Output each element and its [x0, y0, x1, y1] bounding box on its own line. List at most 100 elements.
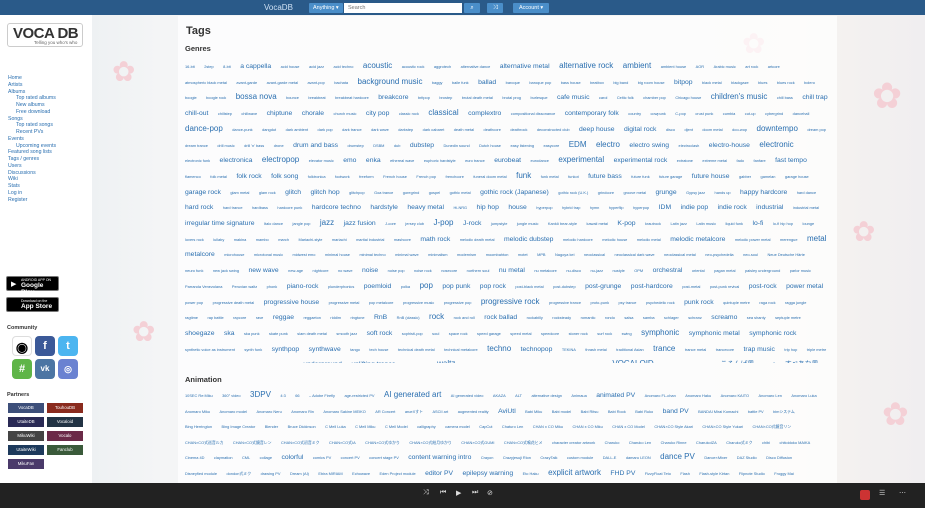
tag-link[interactable]: future house: [692, 173, 730, 180]
tag-link[interactable]: freeform: [359, 174, 374, 179]
tag-link[interactable]: Charuko Len: [629, 440, 651, 445]
tag-link[interactable]: baroque: [506, 80, 520, 85]
tag-link[interactable]: Bing Herrington: [185, 424, 212, 429]
tag-link[interactable]: funkot: [568, 174, 579, 179]
tag-link[interactable]: concert PV: [341, 455, 360, 460]
tag-link[interactable]: ethereal wave: [390, 158, 414, 163]
tag-link[interactable]: Flash-style Kirtan: [699, 471, 729, 476]
tag-link[interactable]: downtempo: [757, 124, 798, 133]
tag-link[interactable]: Western opera: [517, 362, 542, 363]
tag-link[interactable]: gospel: [429, 190, 440, 195]
tag-link[interactable]: dance-pop: [185, 124, 223, 133]
tag-link[interactable]: new-age: [288, 268, 303, 273]
tag-link[interactable]: boogie rock: [206, 95, 226, 100]
tag-link[interactable]: soft rock: [367, 330, 393, 337]
tag-link[interactable]: electroclash: [679, 143, 700, 148]
tag-link[interactable]: eurobeat: [494, 157, 521, 164]
tag-link[interactable]: surf rock: [597, 331, 612, 336]
tag-link[interactable]: trance: [653, 344, 675, 353]
tag-link[interactable]: deconstructed club: [537, 127, 570, 132]
search-input[interactable]: [344, 3, 462, 13]
tag-link[interactable]: poemloid: [364, 283, 392, 290]
tag-link[interactable]: funk metal: [541, 174, 559, 179]
tag-link[interactable]: noise: [362, 267, 378, 274]
tag-link[interactable]: gabber: [739, 174, 751, 179]
tag-link[interactable]: content warning intro: [408, 454, 471, 461]
tag-link[interactable]: hard trance: [223, 205, 243, 210]
tag-link[interactable]: classical: [428, 108, 458, 117]
tag-link[interactable]: math rock: [420, 236, 450, 243]
tag-link[interactable]: age-restricted PV: [344, 393, 374, 398]
tag-link[interactable]: noise pop: [388, 268, 405, 273]
tag-link[interactable]: digital rock: [624, 126, 657, 133]
tag-link[interactable]: CHAN×CO式巡音ルカ: [185, 440, 223, 445]
tag-link[interactable]: Babi Miku: [525, 409, 542, 414]
tag-link[interactable]: reggaeton: [303, 315, 321, 320]
tag-link[interactable]: calligraphy: [417, 424, 436, 429]
tag-link[interactable]: character creator artwork: [552, 440, 595, 445]
tag-link[interactable]: plunderphonics: [328, 284, 354, 289]
tag-link[interactable]: electro-house: [709, 142, 750, 149]
tag-link[interactable]: classic rock: [399, 111, 419, 116]
tag-link[interactable]: makina: [234, 237, 247, 242]
tag-link[interactable]: bimシステム: [773, 409, 795, 414]
tag-link[interactable]: Charuko式ミク: [726, 440, 752, 445]
sidebar-item[interactable]: Top rated albums: [8, 95, 90, 102]
tag-link[interactable]: drum and bass: [293, 142, 338, 149]
tag-link[interactable]: melodic death metal: [460, 237, 495, 242]
tag-link[interactable]: boogie: [185, 95, 197, 100]
sidebar-item[interactable]: Recent PVs: [8, 129, 90, 136]
tag-link[interactable]: smooth jazz: [336, 331, 357, 336]
tag-link[interactable]: Anomaro Luka: [791, 393, 816, 398]
tag-link[interactable]: bachata: [334, 80, 348, 85]
tag-link[interactable]: CHAN×CO式ゆかり: [365, 440, 400, 445]
tag-link[interactable]: speed metal: [510, 331, 531, 336]
tag-link[interactable]: speedcore: [541, 331, 559, 336]
tag-link[interactable]: death metal: [454, 127, 474, 132]
tag-link[interactable]: ringtone: [350, 315, 364, 320]
tag-link[interactable]: alternative rock: [559, 61, 613, 70]
tag-link[interactable]: FizzyFloat Teto: [645, 471, 671, 476]
tag-link[interactable]: extreme metal: [702, 158, 727, 163]
tag-link[interactable]: funk: [516, 171, 531, 180]
tag-link[interactable]: 10SEC Re:Miku: [185, 393, 213, 398]
tag-link[interactable]: drill 'n' bass: [244, 143, 264, 148]
sidebar-item[interactable]: Artists: [8, 82, 90, 89]
tag-link[interactable]: chillstep: [218, 111, 232, 116]
tag-link[interactable]: post-black metal: [515, 284, 543, 289]
tag-link[interactable]: Dutch house: [479, 143, 501, 148]
tag-link[interactable]: blues rock: [777, 80, 795, 85]
tag-link[interactable]: Western: [493, 362, 507, 363]
tag-link[interactable]: band PV: [663, 408, 689, 415]
facebook-icon[interactable]: f: [35, 336, 55, 356]
vk-icon[interactable]: vk: [35, 359, 55, 379]
tag-link[interactable]: RnB (classic): [397, 315, 420, 320]
tag-link[interactable]: Crazyjesuji Rion: [503, 455, 531, 460]
tag-link[interactable]: acoustic rock: [402, 64, 425, 69]
tag-link[interactable]: Anomaro Len: [759, 393, 782, 398]
tag-link[interactable]: samba: [643, 315, 655, 320]
tag-link[interactable]: Goa trance: [374, 190, 393, 195]
tag-link[interactable]: melodic metal: [637, 237, 661, 242]
list-icon[interactable]: ☰: [879, 489, 885, 497]
tag-link[interactable]: OPM: [634, 268, 643, 273]
tag-link[interactable]: MPB: [537, 252, 545, 257]
tag-link[interactable]: electro: [596, 140, 620, 149]
tag-link[interactable]: march: [278, 237, 289, 242]
tag-link[interactable]: slam death metal: [297, 331, 327, 336]
tag-link[interactable]: alternative dance: [461, 64, 491, 69]
tag-link[interactable]: RnB: [374, 314, 387, 321]
tag-link[interactable]: editor PV: [425, 470, 453, 477]
sidebar-item[interactable]: Home: [8, 75, 90, 82]
tag-link[interactable]: proto-punk: [590, 300, 609, 305]
tag-link[interactable]: hard rock: [185, 204, 213, 211]
tag-link[interactable]: hip hop: [477, 204, 499, 211]
tag-link[interactable]: brutal death metal: [462, 95, 493, 100]
partner-banner[interactable]: TouhouDB: [47, 403, 83, 413]
tag-link[interactable]: 360° video: [222, 393, 240, 398]
tag-link[interactable]: midwest emo: [293, 252, 316, 257]
tag-link[interactable]: K-pop: [617, 220, 635, 227]
partner-banner[interactable]: Fanclub: [47, 445, 83, 455]
tag-link[interactable]: art rock: [745, 64, 758, 69]
tag-link[interactable]: phonk: [267, 284, 278, 289]
